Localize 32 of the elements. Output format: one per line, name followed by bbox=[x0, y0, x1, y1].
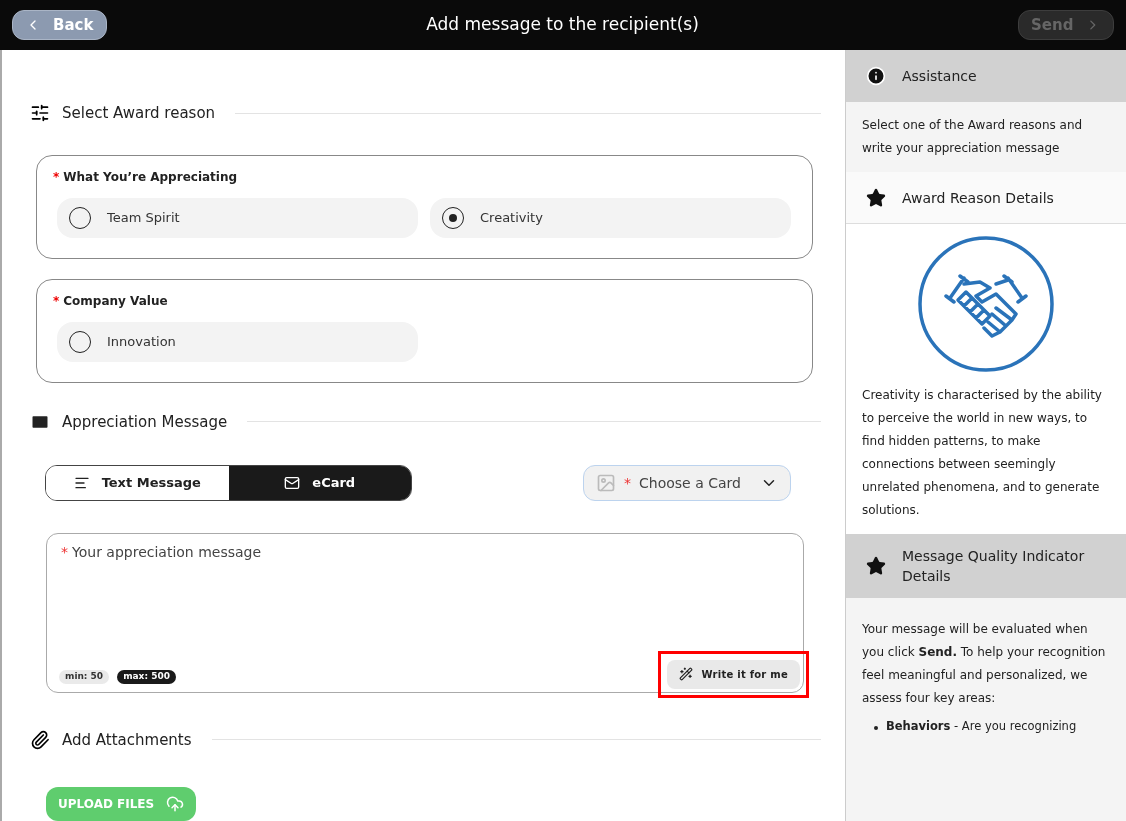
sidebar-text: Creativity is characterised by the ability to perceive the world in new ways, to find hidden patterns, to make connections between seemingly unrelated phenomena, and to generate solutions. bbox=[862, 387, 1103, 519]
min-length-badge: min: 50 bbox=[59, 670, 110, 684]
info-icon bbox=[866, 66, 886, 86]
group-label: Company Value bbox=[63, 292, 168, 310]
message-type-tab[interactable]: eCard bbox=[228, 466, 411, 500]
required-mark: * bbox=[53, 292, 60, 310]
radio-option[interactable]: Creativity bbox=[430, 197, 791, 238]
max-length-badge: max: 500 bbox=[117, 670, 176, 684]
sidebar-text: Select one of the Award reasons and write your appreciation message bbox=[862, 117, 1084, 157]
star-icon bbox=[866, 187, 886, 208]
paperclip-icon bbox=[30, 729, 50, 750]
sliders-icon bbox=[30, 103, 50, 124]
sidebar-section-header: Award Reason Details bbox=[846, 172, 1126, 224]
group-label: What You’re Appreciating bbox=[63, 168, 238, 186]
required-mark: * bbox=[53, 168, 60, 186]
star-icon bbox=[866, 556, 886, 576]
card-dropdown[interactable]: * Choose a Card bbox=[583, 465, 791, 501]
page-title: Add message to the recipient(s) bbox=[426, 13, 699, 37]
magic-wand-icon bbox=[679, 667, 694, 681]
lines-icon bbox=[73, 475, 90, 491]
cloud-upload-icon bbox=[166, 795, 185, 813]
write-it-for-me-button[interactable]: Write it for me bbox=[667, 659, 800, 689]
image-icon bbox=[596, 473, 616, 493]
radio-option[interactable]: Innovation bbox=[57, 321, 418, 362]
bullet-text: Behaviors - Are you recognizing bbox=[886, 718, 1077, 735]
section-title: Appreciation Message bbox=[62, 411, 228, 433]
radio-option[interactable]: Team Spirit bbox=[57, 197, 418, 238]
sidebar-section-header: Assistance bbox=[846, 50, 1126, 102]
sidebar-section-header: Message Quality Indicator Details bbox=[846, 534, 1126, 598]
sidebar-text: Your message will be evaluated when you click Send. To help your recognition feel meaningful and personalized, we assess four key areas: bbox=[862, 621, 1107, 707]
section-title: Select Award reason bbox=[62, 103, 216, 124]
section-title: Add Attachments bbox=[62, 729, 192, 751]
